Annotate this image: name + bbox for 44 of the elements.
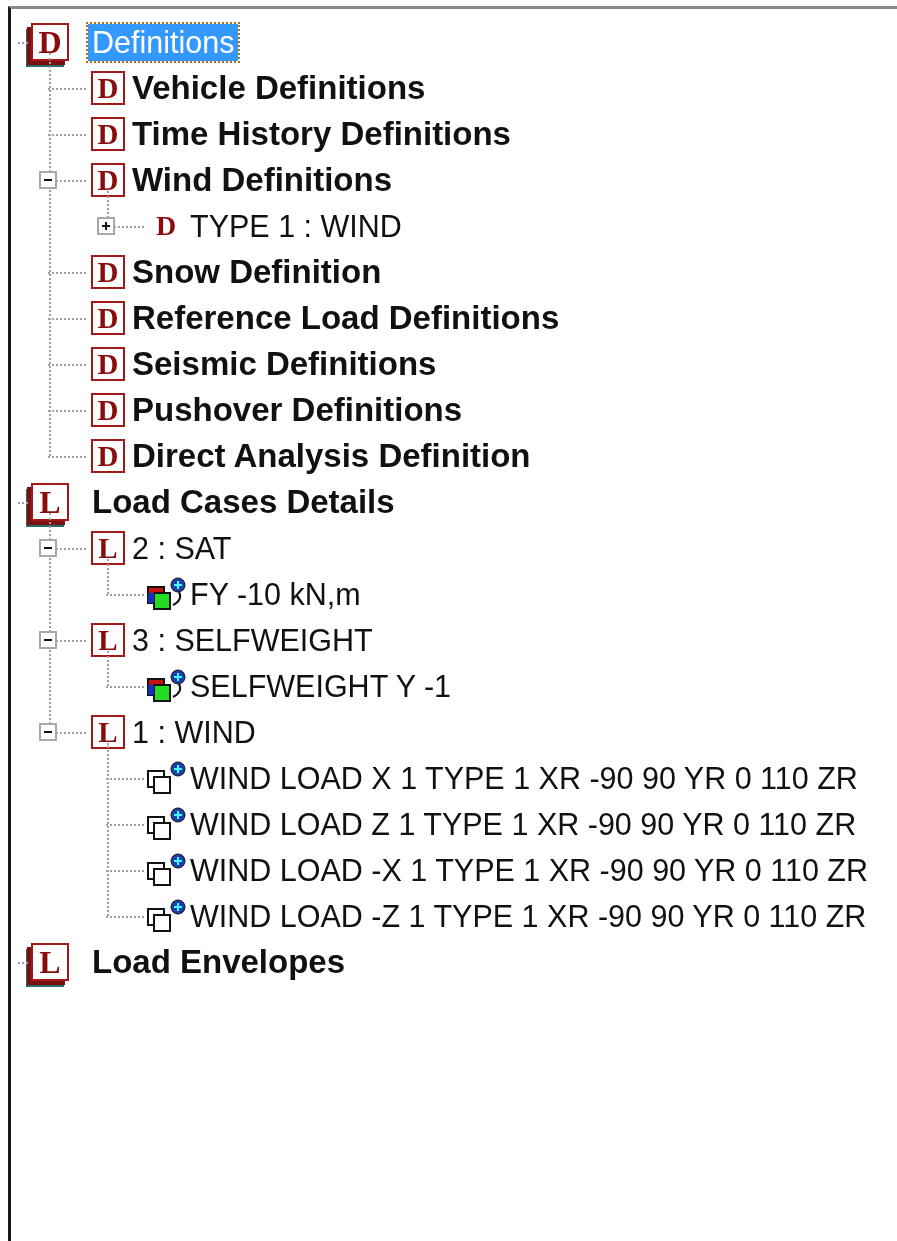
tree-item[interactable]: TYPE 1 : WIND	[186, 207, 406, 245]
tree-item[interactable]: 2 : SAT	[128, 529, 236, 567]
tree-item[interactable]: WIND LOAD -X 1 TYPE 1 XR -90 90 YR 0 110 ZR	[186, 851, 873, 889]
type-letter-icon: D	[91, 439, 125, 473]
plus-icon	[100, 220, 112, 232]
tree-item[interactable]: Seismic Definitions	[128, 344, 441, 384]
expand-button[interactable]	[97, 217, 115, 235]
type-letter-icon: D	[91, 347, 125, 381]
tree-item[interactable]: Vehicle Definitions	[128, 68, 430, 108]
type-letter-icon: D	[91, 255, 125, 289]
cubes-icon	[146, 761, 186, 795]
tree-item[interactable]: Reference Load Definitions	[128, 298, 564, 338]
type-letter-icon: D	[91, 163, 125, 197]
collapse-button[interactable]	[39, 631, 57, 649]
tree-item[interactable]: Direct Analysis Definition	[128, 436, 535, 476]
type-letter-icon: D	[91, 117, 125, 151]
tree-item[interactable]: Load Cases Details	[88, 482, 399, 522]
tree-item[interactable]: Snow Definition	[128, 252, 386, 292]
collapse-button[interactable]	[39, 171, 57, 189]
tree-item[interactable]: Load Envelopes	[88, 942, 350, 982]
type-letter-icon: L	[91, 623, 125, 657]
type-letter-icon: D	[91, 393, 125, 427]
collapse-button[interactable]	[39, 539, 57, 557]
tree-item[interactable]: Time History Definitions	[128, 114, 515, 154]
tree-item[interactable]: SELFWEIGHT Y -1	[186, 667, 456, 705]
load-cubes-icon	[146, 577, 186, 611]
tree-item[interactable]: FY -10 kN,m	[186, 575, 365, 613]
cubes-icon	[146, 853, 186, 887]
cubes-icon	[146, 899, 186, 933]
collapse-button[interactable]	[39, 723, 57, 741]
load-cubes-icon	[146, 669, 186, 703]
type-letter-icon: L	[91, 531, 125, 565]
tree-item[interactable]: Wind Definitions	[128, 160, 396, 200]
type-letter-icon: D	[151, 210, 181, 242]
tree-item[interactable]: WIND LOAD Z 1 TYPE 1 XR -90 90 YR 0 110 ZR	[186, 805, 861, 843]
tree-item[interactable]: WIND LOAD X 1 TYPE 1 XR -90 90 YR 0 110 ZR	[186, 759, 862, 797]
type-letter-icon: L	[91, 715, 125, 749]
cubes-icon	[146, 807, 186, 841]
tree-item[interactable]: WIND LOAD -Z 1 TYPE 1 XR -90 90 YR 0 110 ZR	[186, 897, 871, 935]
type-letter-icon: D	[91, 71, 125, 105]
type-letter-icon: D	[91, 301, 125, 335]
tree-item[interactable]: Pushover Definitions	[128, 390, 467, 430]
tree-item[interactable]: 3 : SELFWEIGHT	[128, 621, 377, 659]
tree-item[interactable]: 1 : WIND	[128, 713, 260, 751]
